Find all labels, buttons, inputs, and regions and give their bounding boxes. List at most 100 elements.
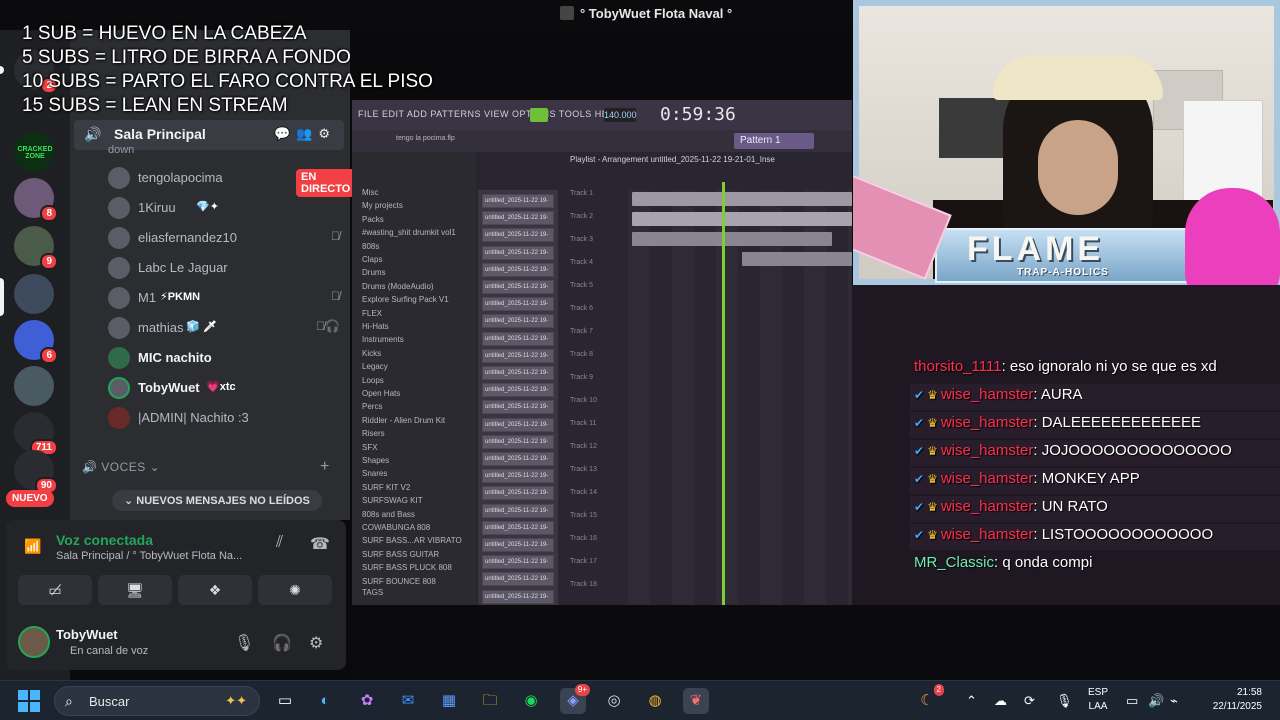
browser-item[interactable]: Kicks bbox=[362, 349, 381, 358]
mic-icon[interactable]: 🎙 bbox=[1056, 693, 1073, 709]
track-label[interactable]: Track 1 bbox=[570, 190, 593, 197]
mic-icon[interactable]: 🎙 bbox=[234, 633, 254, 653]
voice-user[interactable]: TobyWuet 💗xtc bbox=[108, 375, 348, 401]
chat-username[interactable]: wise_hamster bbox=[941, 470, 1034, 487]
channel-button[interactable]: untitled_2025-11-22 19- bbox=[482, 486, 554, 501]
windows-start-icon[interactable] bbox=[18, 690, 40, 712]
audio-clip[interactable] bbox=[632, 212, 852, 226]
track-label[interactable]: Track 10 bbox=[570, 397, 597, 404]
show-hidden-icons[interactable]: ⌃ bbox=[966, 693, 977, 709]
track-label[interactable]: Track 11 bbox=[570, 420, 596, 427]
track-label[interactable]: Track 17 bbox=[570, 558, 597, 565]
new-messages-banner[interactable]: ⌄ NUEVOS MENSAJES NO LEÍDOS bbox=[112, 490, 322, 511]
browser-item[interactable]: Legacy bbox=[362, 362, 388, 371]
voice-user[interactable]: tengolapocima EN DIRECTO bbox=[108, 165, 356, 197]
browser-item[interactable]: Packs bbox=[362, 215, 384, 224]
track-label[interactable]: Track 2 bbox=[570, 213, 593, 220]
browser-item[interactable]: Percs bbox=[362, 402, 382, 411]
playhead[interactable] bbox=[722, 182, 725, 605]
channel-button[interactable]: untitled_2025-11-22 19- bbox=[482, 452, 554, 466]
browser-item[interactable]: SURF BOUNCE 808 bbox=[362, 577, 436, 586]
discord-icon[interactable]: ◈ 9+ bbox=[560, 684, 590, 714]
browser-item[interactable]: 808s and Bass bbox=[362, 510, 415, 519]
server-icon[interactable] bbox=[14, 274, 54, 314]
browser-item[interactable]: SURFSWAG KIT bbox=[362, 496, 423, 505]
browser-item[interactable]: Loops bbox=[362, 376, 384, 385]
language-indicator[interactable]: ESP LAA bbox=[1088, 686, 1108, 714]
file-explorer-icon[interactable]: 🗀 bbox=[477, 688, 503, 714]
new-messages-pill[interactable]: NUEVO bbox=[6, 490, 54, 507]
browser-item[interactable]: FLEX bbox=[362, 309, 382, 318]
add-channel-button[interactable]: + bbox=[320, 458, 329, 476]
channel-button[interactable]: untitled_2025-11-22 19- bbox=[482, 589, 554, 604]
browser-item[interactable]: #wasting_shit drumkit vol1 bbox=[362, 228, 456, 237]
voice-user[interactable]: M1 ⚡PKMN 🎙̸ bbox=[108, 285, 348, 311]
track-label[interactable]: Track 16 bbox=[570, 535, 597, 542]
store-icon[interactable]: ▦ bbox=[436, 688, 462, 714]
channel-button[interactable]: untitled_2025-11-22 19- bbox=[482, 400, 554, 415]
server-icon[interactable]: 711 bbox=[14, 412, 58, 456]
track-label[interactable]: Track 18 bbox=[570, 581, 597, 588]
sync-icon[interactable]: ⟳ bbox=[1024, 693, 1035, 709]
browser-item[interactable]: SURF KIT V2 bbox=[362, 483, 410, 492]
camera-off-button[interactable]: ▭̸ bbox=[18, 575, 92, 605]
taskbar-search[interactable]: ⌕ Buscar ✦✦ bbox=[54, 686, 260, 716]
browser-item[interactable]: Shapes bbox=[362, 456, 389, 465]
channel-button[interactable]: untitled_2025-11-22 19- bbox=[482, 383, 554, 398]
soundboard-button[interactable]: ✺ bbox=[258, 575, 332, 605]
pattern-selector[interactable]: Pattern 1 bbox=[734, 133, 814, 149]
track-label[interactable]: Track 14 bbox=[570, 489, 597, 496]
channel-button[interactable]: untitled_2025-11-22 19- bbox=[482, 417, 554, 432]
track-label[interactable]: Track 4 bbox=[570, 259, 593, 266]
channel-button[interactable]: untitled_2025-11-22 19- bbox=[482, 434, 554, 449]
channel-button[interactable]: untitled_2025-11-22 19- bbox=[482, 314, 554, 329]
channel-button[interactable]: untitled_2025-11-22 19- bbox=[482, 538, 554, 552]
voice-category[interactable]: 🔊 VOCES ⌄ bbox=[82, 460, 160, 474]
task-view-icon[interactable]: ▭ bbox=[272, 688, 298, 714]
activities-button[interactable]: ❖ bbox=[178, 575, 252, 605]
copilot-icon[interactable]: ✿ bbox=[354, 688, 380, 714]
track-label[interactable]: Track 7 bbox=[570, 328, 593, 335]
server-icon[interactable] bbox=[14, 366, 54, 406]
voice-user[interactable]: eliasfernandez10 🎙̸ bbox=[108, 225, 348, 251]
browser-item[interactable]: Hi-Hats bbox=[362, 322, 389, 331]
track-label[interactable]: Track 3 bbox=[570, 236, 593, 243]
disconnect-icon[interactable]: ☎ bbox=[310, 534, 330, 554]
headphones-icon[interactable]: 🎧 bbox=[272, 633, 292, 653]
audio-clip[interactable] bbox=[632, 192, 852, 206]
audio-clip[interactable] bbox=[632, 232, 832, 246]
server-icon[interactable]: 90 bbox=[14, 450, 58, 494]
channel-button[interactable]: untitled_2025-11-22 19- bbox=[482, 211, 554, 226]
channel-button[interactable]: untitled_2025-11-22 19- bbox=[482, 228, 554, 243]
chat-username[interactable]: wise_hamster bbox=[941, 414, 1034, 431]
voice-user[interactable]: Labc Le Jaguar bbox=[108, 255, 348, 281]
chat-username[interactable]: thorsito_1111 bbox=[914, 358, 1002, 375]
browser-item[interactable]: Explore Surfing Pack V1 bbox=[362, 295, 449, 304]
browser-item[interactable]: Instruments bbox=[362, 335, 404, 344]
chat-username[interactable]: wise_hamster bbox=[941, 526, 1034, 543]
channel-button[interactable]: untitled_2025-11-22 19- bbox=[482, 348, 554, 363]
system-clock[interactable]: 21:58 22/11/2025 bbox=[1200, 686, 1262, 714]
browser-item[interactable]: SURF BASS PLUCK 808 bbox=[362, 563, 452, 572]
fl-studio-icon[interactable]: ❦ bbox=[683, 688, 709, 714]
volume-icon[interactable]: 🔊 bbox=[1148, 693, 1164, 709]
chat-username[interactable]: wise_hamster bbox=[941, 386, 1034, 403]
browser-item[interactable]: COWABUNGA 808 bbox=[362, 523, 430, 532]
chat-username[interactable]: MR_Classic bbox=[914, 554, 994, 571]
track-label[interactable]: Track 5 bbox=[570, 282, 593, 289]
channel-button[interactable]: untitled_2025-11-22 19- bbox=[482, 503, 554, 518]
weather-icon[interactable]: ☾ 2 bbox=[914, 684, 944, 714]
channel-button[interactable]: untitled_2025-11-22 19- bbox=[482, 366, 554, 380]
browser-item[interactable]: Risers bbox=[362, 429, 385, 438]
voice-user[interactable]: mathias 🧊 🗡 🎙̸🎧 bbox=[108, 315, 348, 341]
screen-share-button[interactable]: 🖥 bbox=[98, 575, 172, 605]
server-icon[interactable]: 9 bbox=[14, 226, 58, 270]
avatar[interactable] bbox=[18, 626, 50, 658]
browser-item[interactable]: 808s bbox=[362, 242, 379, 251]
track-label[interactable]: Track 8 bbox=[570, 351, 593, 358]
browser-item[interactable]: Claps bbox=[362, 255, 382, 264]
chrome-icon[interactable]: ◍ bbox=[642, 688, 668, 714]
obs-icon[interactable]: ◎ bbox=[601, 688, 627, 714]
browser-item[interactable]: Snares bbox=[362, 469, 387, 478]
noise-suppression-icon[interactable]: ⫽ bbox=[276, 534, 283, 552]
